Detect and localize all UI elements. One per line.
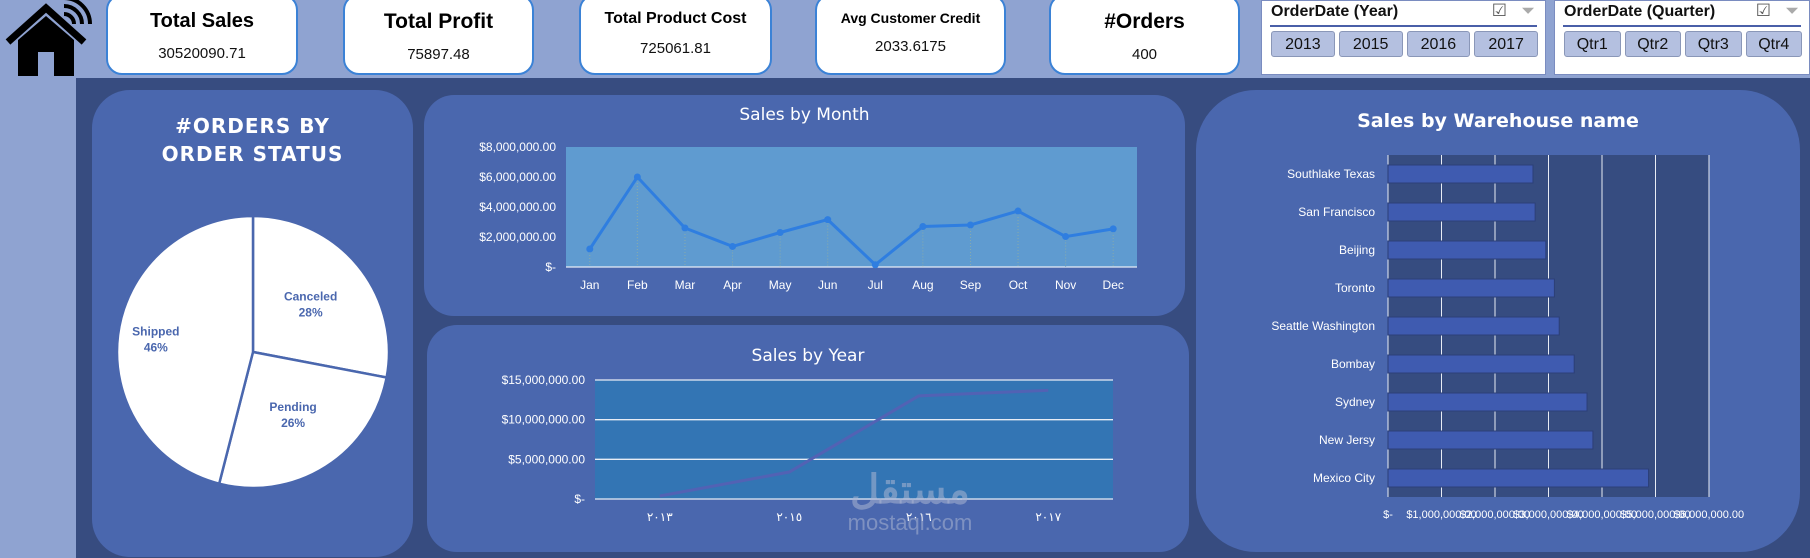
data-point (586, 245, 594, 253)
x-tick-label: Feb (627, 278, 648, 292)
x-tick-label: ٢٠١٥ (776, 510, 802, 524)
data-point (919, 223, 927, 230)
data-point (633, 173, 641, 181)
data-point (1062, 233, 1070, 241)
bar (1387, 202, 1536, 222)
y-tick-label: $- (545, 260, 556, 274)
x-tick-label: Dec (1103, 278, 1124, 292)
bar (1387, 354, 1575, 374)
y-tick-label: $- (574, 492, 585, 506)
data-point (871, 261, 879, 269)
y-tick-label: $2,000,000.00 (479, 230, 556, 244)
bar (1387, 392, 1588, 412)
x-tick-label: $- (1383, 509, 1393, 521)
pie-label: Shipped (132, 325, 179, 339)
category-label: Bombay (1331, 357, 1375, 371)
data-point (1109, 225, 1117, 233)
pie-value: 26% (281, 416, 305, 430)
category-label: Sydney (1335, 395, 1375, 409)
y-tick-label: $10,000,000.00 (502, 413, 586, 427)
bar (1387, 240, 1547, 260)
bar (1387, 164, 1534, 184)
x-tick-label: Jun (818, 278, 837, 292)
y-tick-label: $8,000,000.00 (479, 140, 556, 154)
x-tick-label: $6,000,000.00 (1674, 509, 1744, 521)
category-label: San Francisco (1298, 205, 1375, 219)
x-tick-label: Mar (675, 278, 696, 292)
bar (1387, 278, 1555, 298)
x-tick-label: ٢٠١٧ (1035, 510, 1061, 524)
pie-label: Pending (269, 400, 316, 414)
pie-value: 28% (299, 305, 323, 319)
category-label: Toronto (1335, 281, 1375, 295)
bar (1387, 430, 1594, 450)
x-tick-label: May (769, 278, 792, 292)
data-point (1014, 207, 1022, 215)
x-tick-label: ٢٠١٣ (647, 510, 673, 524)
x-tick-label: Jul (868, 278, 883, 292)
x-tick-label: Oct (1009, 278, 1028, 292)
x-tick-label: Apr (723, 278, 742, 292)
y-tick-label: $5,000,000.00 (508, 452, 585, 466)
x-tick-label: Nov (1055, 278, 1076, 292)
x-tick-label: Aug (912, 278, 933, 292)
y-tick-label: $6,000,000.00 (479, 170, 556, 184)
data-point (776, 229, 784, 236)
category-label: Seattle Washington (1271, 319, 1375, 333)
y-tick-label: $4,000,000.00 (479, 200, 556, 214)
plot-area (566, 147, 1137, 267)
watermark-latin: mostaql.com (847, 510, 973, 535)
bar (1387, 316, 1560, 336)
y-tick-label: $15,000,000.00 (502, 373, 586, 387)
category-label: Southlake Texas (1287, 167, 1375, 181)
data-point (681, 224, 689, 232)
data-point (966, 221, 974, 229)
watermark: مستقل mostaql.com (830, 470, 990, 536)
data-point (729, 242, 737, 250)
pie-value: 46% (144, 341, 168, 355)
bar (1387, 468, 1650, 488)
category-label: New Jersy (1319, 433, 1375, 447)
category-label: Beijing (1339, 243, 1375, 257)
x-tick-label: Jan (580, 278, 599, 292)
data-point (824, 216, 832, 224)
category-label: Mexico City (1313, 471, 1375, 485)
x-tick-label: Sep (960, 278, 982, 292)
watermark-arabic: مستقل (850, 468, 970, 512)
pie-label: Canceled (284, 289, 337, 303)
